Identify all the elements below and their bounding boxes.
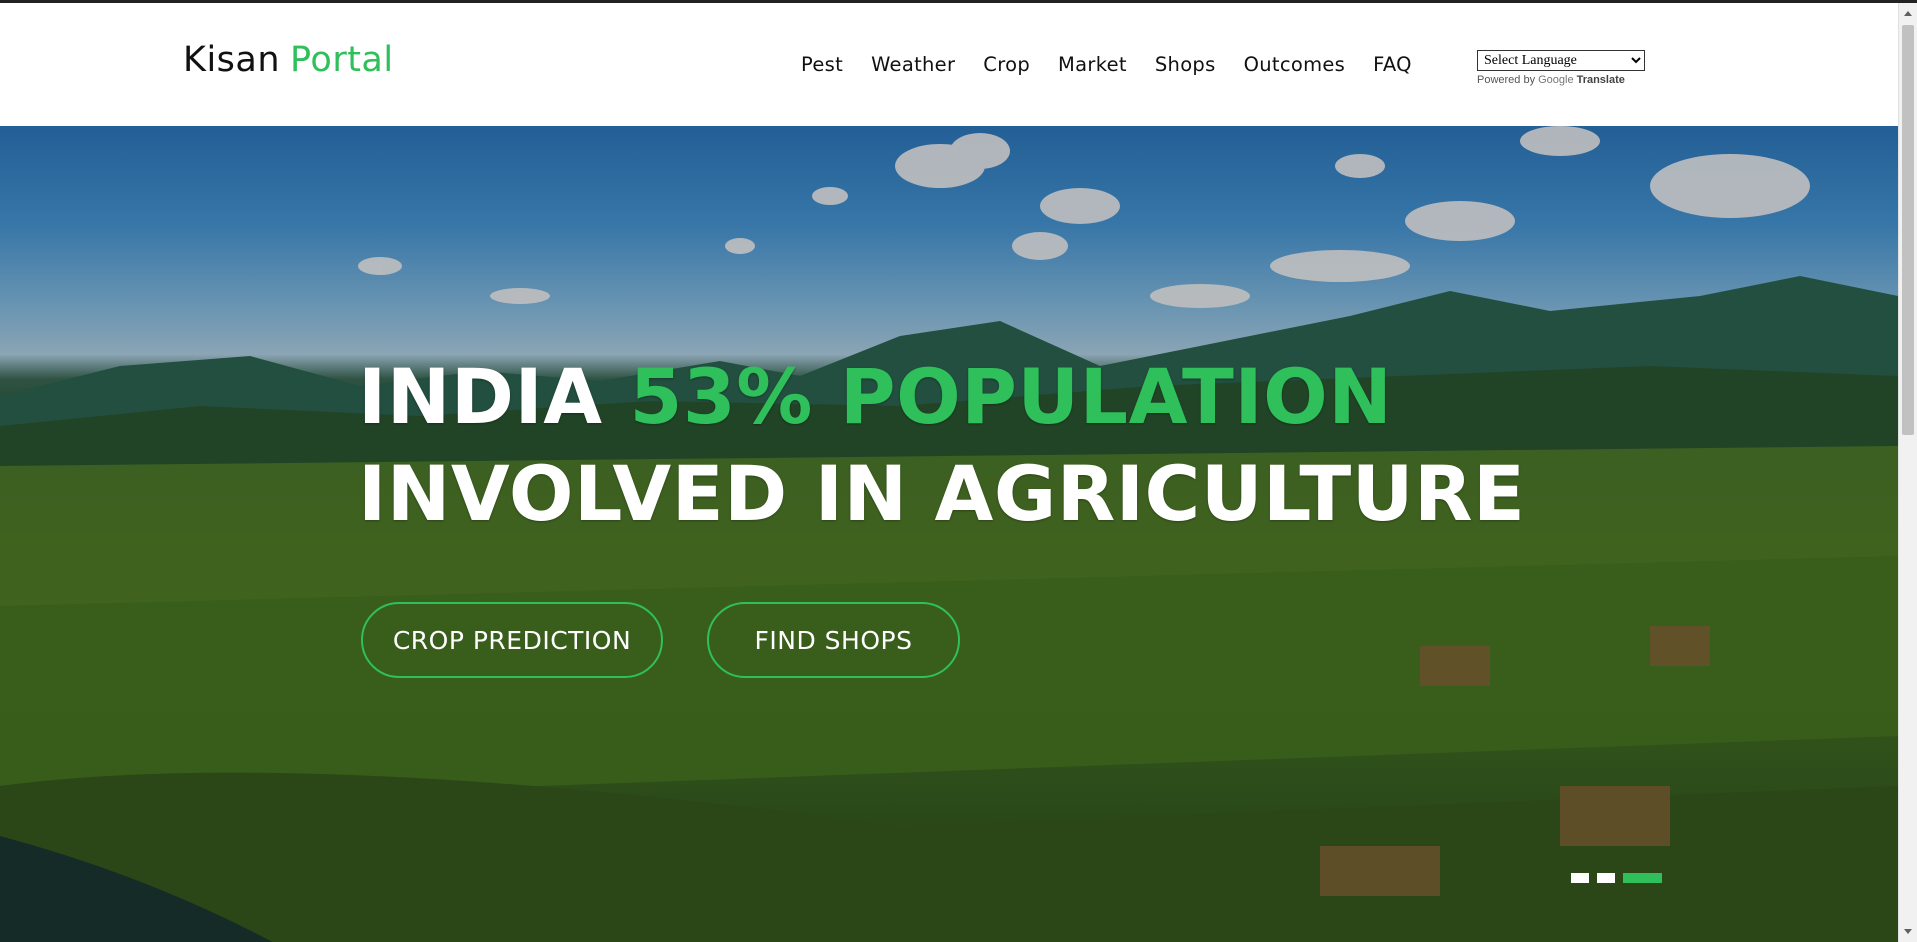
hero-carousel: INDIA 53% POPULATION INVOLVED IN AGRICUL… (0, 126, 1898, 942)
nav-item-weather[interactable]: Weather (871, 53, 955, 76)
google-logo: Google (1538, 74, 1574, 86)
carousel-indicator-1[interactable] (1571, 873, 1589, 883)
find-shops-button[interactable]: FIND SHOPS (707, 602, 960, 678)
nav-item-market[interactable]: Market (1058, 53, 1127, 76)
site-header: Kisan Portal Pest Weather Crop Market Sho… (0, 3, 1898, 126)
google-translate-widget: Select Language Powered by Google Translat… (1477, 49, 1645, 86)
scroll-up-arrow-icon[interactable] (1904, 11, 1912, 16)
powered-by-google: Powered by Google Translate (1477, 74, 1645, 86)
brand-accent: Portal (290, 40, 394, 80)
main-nav: Pest Weather Crop Market Shops Outcomes … (801, 53, 1440, 76)
nav-item-crop[interactable]: Crop (983, 53, 1030, 76)
nav-item-shops[interactable]: Shops (1155, 53, 1216, 76)
language-select[interactable]: Select Language (1477, 50, 1645, 71)
scrollbar-thumb[interactable] (1902, 25, 1914, 435)
hero-headline: INDIA 53% POPULATION INVOLVED IN AGRICUL… (358, 348, 1525, 542)
headline-white: INDIA (358, 352, 603, 441)
headline-green: 53% POPULATION (629, 352, 1393, 441)
powered-by-label: Powered by (1477, 74, 1536, 86)
carousel-indicator-2[interactable] (1597, 873, 1615, 883)
scroll-down-arrow-icon[interactable] (1904, 929, 1912, 934)
page-scrollbar[interactable] (1898, 3, 1917, 942)
nav-item-pest[interactable]: Pest (801, 53, 843, 76)
brand-logo[interactable]: Kisan Portal (183, 40, 394, 80)
translate-link[interactable]: Translate (1577, 74, 1625, 86)
carousel-indicator-3[interactable] (1623, 873, 1662, 883)
nav-item-outcomes[interactable]: Outcomes (1244, 53, 1346, 76)
carousel-indicators (1571, 873, 1662, 883)
headline-line2: INVOLVED IN AGRICULTURE (358, 449, 1526, 538)
crop-prediction-button[interactable]: CROP PREDICTION (361, 602, 663, 678)
brand-name: Kisan (183, 40, 281, 80)
nav-item-faq[interactable]: FAQ (1373, 53, 1412, 76)
